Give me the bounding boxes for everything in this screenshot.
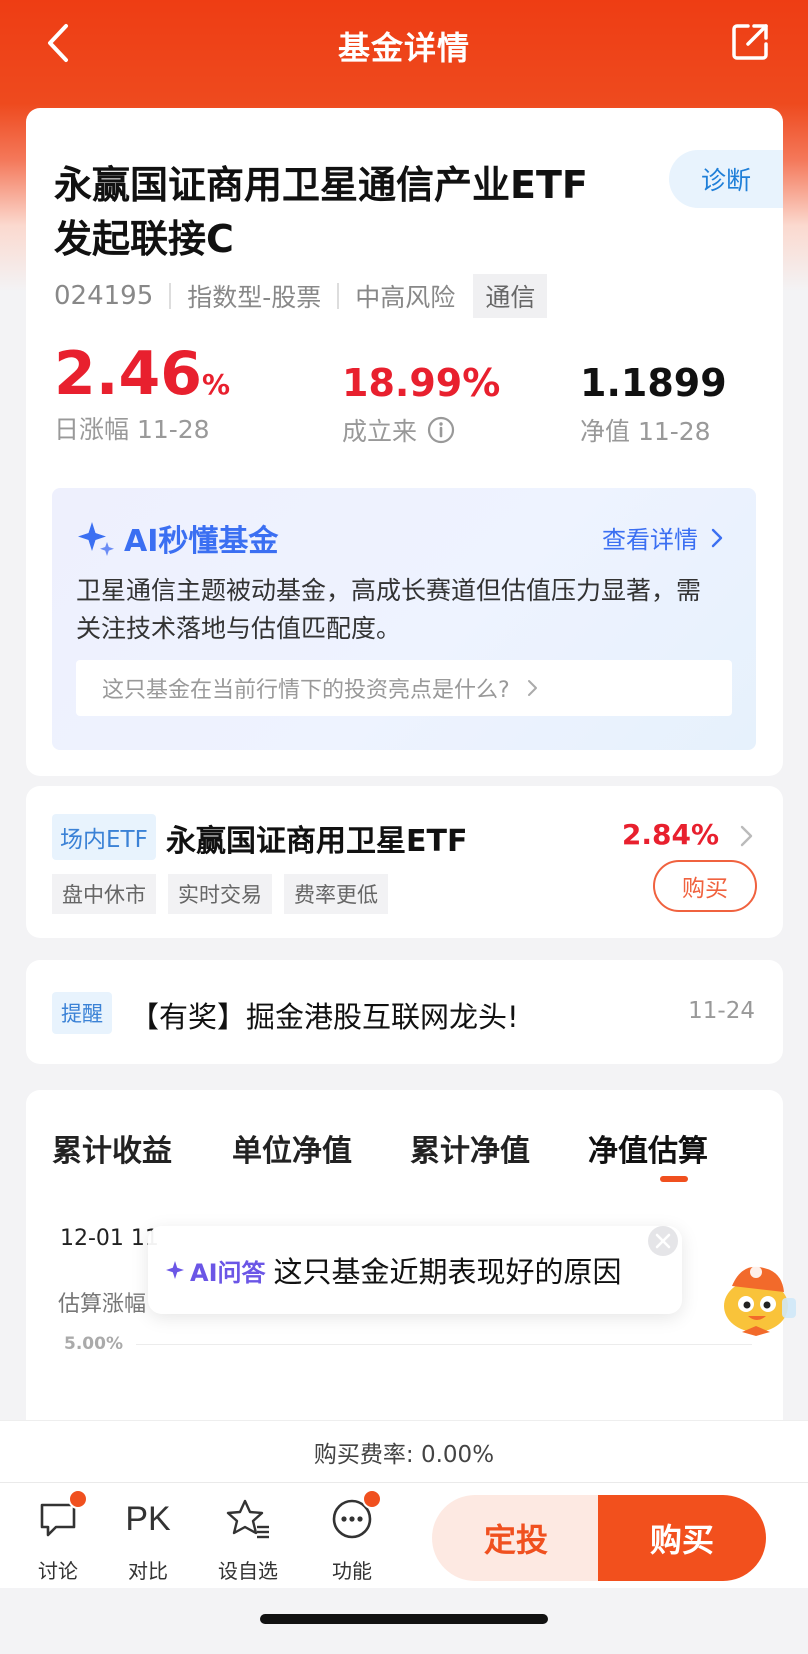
chart-estimate-label: 估算涨幅: [58, 1292, 147, 1317]
buy-button[interactable]: 购买: [598, 1495, 766, 1581]
ai-summary-card: AI秒懂基金 查看详情 卫星通信主题被动基金，高成长赛道但估值压力显著，需关注技…: [26, 460, 783, 776]
etf-tag: 费率更低: [284, 874, 388, 914]
bottom-action-bar: 讨论 PK 对比 设自选 功能 定投 购买: [0, 1482, 808, 1588]
info-icon[interactable]: [427, 416, 455, 444]
etf-tag: 盘中休市: [52, 874, 156, 914]
chevron-left-icon[interactable]: [38, 20, 78, 66]
reminder-text: 【有奖】掘金港股互联网龙头!: [130, 1000, 519, 1034]
notification-dot: [68, 1489, 88, 1509]
share-icon[interactable]: [728, 20, 772, 64]
tab-cumulative-nav[interactable]: 累计净值: [410, 1126, 530, 1170]
divider: [169, 283, 172, 309]
home-indicator-area: [0, 1588, 808, 1654]
since-inception-label: 成立来: [342, 417, 418, 446]
ai-header: AI秒懂基金: [76, 516, 278, 560]
purchase-fee: 购买费率: 0.00%: [0, 1420, 808, 1482]
daily-change-unit: %: [202, 368, 231, 401]
ai-question-text: 这只基金在当前行情下的投资亮点是什么?: [102, 678, 510, 703]
top-bar: 基金详情: [0, 0, 808, 92]
tab-unit-nav[interactable]: 单位净值: [232, 1126, 352, 1170]
daily-change-label: 日涨幅 11-28: [54, 415, 210, 444]
mascot-icon[interactable]: [712, 1258, 802, 1338]
ai-suggested-question[interactable]: 这只基金在当前行情下的投资亮点是什么?: [76, 660, 732, 716]
home-indicator[interactable]: [260, 1614, 548, 1624]
star-list-icon: [226, 1499, 269, 1539]
nav-functions[interactable]: 功能: [312, 1489, 392, 1584]
ai-details-label: 查看详情: [602, 526, 698, 554]
nav-label: 功能: [332, 1559, 372, 1583]
reminder-date: 11-24: [688, 998, 755, 1024]
etf-buy-button[interactable]: 购买: [653, 860, 757, 912]
sparkle-icon: [78, 522, 114, 556]
etf-name: 永赢国证商用卫星ETF: [166, 824, 468, 859]
sip-button[interactable]: 定投: [432, 1495, 600, 1581]
since-inception-stat: 18.99% 成立来: [342, 364, 500, 448]
nav-discuss[interactable]: 讨论: [18, 1489, 98, 1584]
fund-risk: 中高风险: [355, 283, 456, 312]
fund-type: 指数型-股票: [187, 283, 322, 312]
nav-label: 讨论: [38, 1559, 78, 1583]
ai-qa-question: 这只基金近期表现好的原因: [273, 1255, 622, 1289]
chart-y-tick: 5.00%: [64, 1334, 123, 1354]
close-icon[interactable]: [646, 1224, 680, 1258]
ai-summary-box[interactable]: AI秒懂基金 查看详情 卫星通信主题被动基金，高成长赛道但估值压力显著，需关注技…: [52, 488, 756, 750]
daily-change-stat: 2.46% 日涨幅 11-28: [54, 344, 230, 446]
etf-badge: 场内ETF: [52, 814, 156, 860]
ai-qa-popup[interactable]: AI问答 这只基金近期表现好的原因: [148, 1226, 682, 1314]
nav-label: 设自选: [218, 1559, 278, 1583]
nav-label: 对比: [128, 1559, 168, 1583]
divider: [337, 283, 340, 309]
reminder-card[interactable]: 提醒 【有奖】掘金港股互联网龙头! 11-24: [26, 960, 783, 1064]
ai-star-icon: [166, 1261, 184, 1279]
etf-change: 2.84%: [621, 818, 719, 851]
ai-details-link[interactable]: 查看详情: [602, 520, 728, 555]
etf-tags: 盘中休市 实时交易 费率更低: [52, 874, 400, 914]
nav-value: 1.1899: [580, 361, 727, 405]
reminder-badge: 提醒: [52, 992, 112, 1034]
fund-meta-row: 024195 指数型-股票 中高风险 通信: [54, 274, 548, 318]
ai-qa-tag: AI问答: [164, 1253, 266, 1288]
chart-gridline: [136, 1344, 752, 1345]
etf-tag: 实时交易: [168, 874, 272, 914]
tab-nav-estimate[interactable]: 净值估算: [588, 1126, 708, 1170]
ai-title: AI秒懂基金: [124, 524, 279, 559]
fund-summary-card: 永赢国证商用卫星通信产业ETF发起联接C 诊断 024195 指数型-股票 中高…: [26, 108, 783, 488]
page-title: 基金详情: [337, 29, 470, 67]
ai-qa-tag-label: AI问答: [190, 1258, 266, 1287]
nav-add-watchlist[interactable]: 设自选: [208, 1495, 288, 1584]
industry-tag[interactable]: 通信: [473, 274, 548, 318]
ai-description: 卫星通信主题被动基金，高成长赛道但估值压力显著，需关注技术落地与估值匹配度。: [76, 576, 702, 643]
nav-label: 净值 11-28: [580, 417, 711, 446]
active-tab-indicator: [660, 1176, 688, 1182]
fund-code: 024195: [54, 281, 154, 311]
fund-name: 永赢国证商用卫星通信产业ETF发起联接C: [54, 163, 588, 261]
nav-stat: 1.1899 净值 11-28: [580, 364, 727, 448]
chevron-right-icon: [527, 680, 537, 696]
related-etf-card[interactable]: 场内ETF 永赢国证商用卫星ETF 2.84% 盘中休市 实时交易 费率更低 购…: [26, 786, 783, 938]
since-inception-value: 18.99%: [342, 361, 501, 405]
notification-dot: [362, 1489, 382, 1509]
daily-change-value: 2.46: [54, 339, 203, 409]
diagnose-button[interactable]: 诊断: [669, 150, 783, 208]
tab-cumulative-return[interactable]: 累计收益: [52, 1126, 172, 1170]
chevron-right-icon[interactable]: [739, 824, 755, 848]
nav-compare[interactable]: PK 对比: [108, 1495, 188, 1584]
chevron-right-icon: [711, 528, 723, 547]
chart-date-label: 12-01 11: [60, 1226, 159, 1251]
pk-icon: PK: [125, 1499, 171, 1538]
